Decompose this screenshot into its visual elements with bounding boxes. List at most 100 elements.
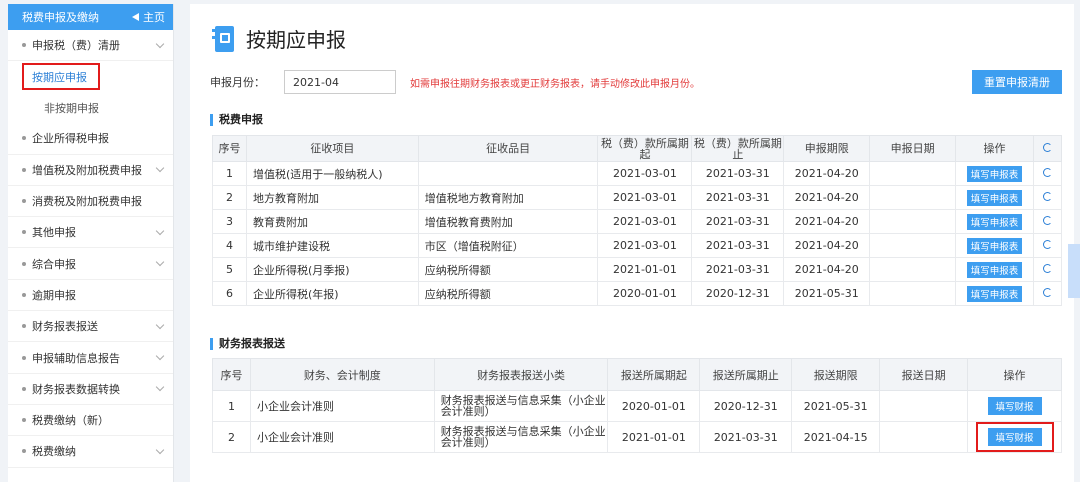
sidebar-subitem-label: 按期应申报: [22, 63, 100, 91]
deadline: 2021-04-20: [783, 161, 871, 186]
refresh-row-button[interactable]: [1032, 281, 1063, 306]
fill-financial-report-button[interactable]: 填写财报: [987, 428, 1042, 446]
bullet-icon: [22, 418, 26, 423]
month-row: 申报月份： 如需申报往期财务报表或更正财务报表，请手动修改此申报月份。: [210, 70, 700, 94]
row-number: 3: [212, 209, 247, 234]
submit-date: [879, 421, 969, 453]
app-root: 税费申报及缴纳 主页 申报税（费）清册 按期应申报 非按期申报 企业所得税申报 …: [0, 0, 1080, 482]
row-number: 5: [212, 257, 247, 282]
row-number: 2: [212, 421, 251, 453]
sidebar-item-label: 财务报表报送: [32, 320, 98, 334]
accounting-system: 小企业会计准则: [249, 421, 435, 453]
period-start: 2021-03-01: [597, 233, 693, 258]
deadline: 2021-05-31: [791, 390, 881, 422]
deadline: 2021-04-20: [783, 233, 871, 258]
period-end: 2021-03-31: [691, 209, 785, 234]
period-end: 2021-03-31: [691, 257, 785, 282]
levy-item: 城市维护建设税: [245, 233, 419, 258]
sidebar-item-label: 综合申报: [32, 257, 76, 271]
side-float-tab[interactable]: [1068, 244, 1080, 298]
refresh-icon: [1042, 192, 1052, 201]
table-row: 1 增值税(适用于一般纳税人) 2021-03-01 2021-03-31 20…: [212, 161, 1063, 186]
levy-item: 教育费附加: [245, 209, 419, 234]
column-header: 操作: [955, 135, 1034, 162]
sidebar-item-data-convert[interactable]: 财务报表数据转换: [8, 374, 173, 405]
deadline: 2021-04-20: [783, 257, 871, 282]
refresh-icon: [1042, 264, 1052, 273]
refresh-icon: [1042, 240, 1052, 249]
levy-item: 企业所得税(年报): [245, 281, 419, 306]
fill-declaration-button[interactable]: 填写申报表: [966, 261, 1023, 278]
refresh-row-button[interactable]: [1032, 233, 1063, 258]
row-number: 6: [212, 281, 247, 306]
chevron-down-icon: [155, 163, 165, 173]
refresh-row-button[interactable]: [1032, 161, 1063, 186]
period-start: 2020-01-01: [607, 390, 701, 422]
financial-report-table: 序号 财务、会计制度 财务报表报送小类 报送所属期起 报送所属期止 报送期限 报…: [212, 358, 1062, 453]
sidebar-item-label: 企业所得税申报: [32, 132, 109, 146]
bullet-icon: [22, 324, 26, 329]
sidebar-subitem-non-periodic[interactable]: 非按期申报: [8, 92, 173, 123]
refresh-icon: [1042, 168, 1052, 177]
accounting-system: 小企业会计准则: [249, 390, 435, 422]
fill-declaration-button[interactable]: 填写申报表: [966, 237, 1023, 254]
sidebar-item-aux-info[interactable]: 申报辅助信息报告: [8, 342, 173, 374]
bullet-icon: [22, 199, 26, 204]
refresh-row-button[interactable]: [1032, 185, 1063, 210]
levy-subitem: 应纳税所得额: [417, 257, 599, 282]
declare-date: [869, 209, 957, 234]
sidebar-item-other[interactable]: 其他申报: [8, 217, 173, 249]
period-end: 2021-03-31: [691, 185, 785, 210]
sidebar-item-label: 申报辅助信息报告: [32, 351, 120, 365]
reset-declaration-button[interactable]: 重置申报清册: [972, 70, 1062, 94]
sidebar-item-financial-report[interactable]: 财务报表报送: [8, 311, 173, 343]
sidebar-item-consumption[interactable]: 消费税及附加税费申报: [8, 186, 173, 218]
row-number: 1: [212, 161, 247, 186]
chevron-down-icon: [155, 351, 165, 361]
declare-date: [869, 281, 957, 306]
fill-declaration-button[interactable]: 填写申报表: [966, 213, 1023, 230]
column-header: 操作: [967, 358, 1062, 391]
highlight-box: 填写财报: [975, 422, 1054, 452]
sidebar-item-label: 申报税（费）清册: [32, 39, 120, 53]
month-input[interactable]: [284, 70, 396, 94]
chevron-down-icon: [155, 226, 165, 236]
fill-financial-report-button[interactable]: 填写财报: [987, 397, 1042, 415]
column-header: 财务报表报送小类: [433, 358, 609, 391]
sidebar: 税费申报及缴纳 主页 申报税（费）清册 按期应申报 非按期申报 企业所得税申报 …: [8, 4, 174, 482]
bullet-icon: [22, 230, 26, 235]
table-row: 1 小企业会计准则 财务报表报送与信息采集（小企业会计准则） 2020-01-0…: [212, 390, 1062, 422]
sidebar-item-payment-new[interactable]: 税费缴纳（新）: [8, 405, 173, 437]
levy-item: 地方教育附加: [245, 185, 419, 210]
fill-declaration-button[interactable]: 填写申报表: [966, 165, 1023, 182]
table-row: 5 企业所得税(月季报) 应纳税所得额 2021-01-01 2021-03-3…: [212, 257, 1063, 282]
refresh-row-button[interactable]: [1032, 209, 1063, 234]
sidebar-item-comprehensive[interactable]: 综合申报: [8, 248, 173, 280]
sidebar-item-vat[interactable]: 增值税及附加税费申报: [8, 155, 173, 186]
fill-declaration-button[interactable]: 填写申报表: [966, 285, 1023, 302]
submit-date: [879, 390, 969, 422]
row-number: 4: [212, 233, 247, 258]
sidebar-item-label: 消费税及附加税费申报: [32, 195, 142, 209]
sidebar-item-corp-income[interactable]: 企业所得税申报: [8, 123, 173, 155]
levy-subitem: 市区（增值税附征）: [417, 233, 599, 258]
sidebar-item-overdue[interactable]: 逾期申报: [8, 280, 173, 312]
period-start: 2021-01-01: [597, 257, 693, 282]
declare-date: [869, 233, 957, 258]
fill-declaration-button[interactable]: 填写申报表: [966, 189, 1023, 206]
refresh-all-button[interactable]: [1032, 135, 1063, 162]
table-row: 2 小企业会计准则 财务报表报送与信息采集（小企业会计准则） 2021-01-0…: [212, 421, 1062, 453]
column-header: 征收品目: [417, 135, 599, 162]
declare-date: [869, 257, 957, 282]
sidebar-item-label: 税费缴纳: [32, 445, 76, 459]
refresh-row-button[interactable]: [1032, 257, 1063, 282]
sidebar-item-payment[interactable]: 税费缴纳: [8, 436, 173, 468]
tax-declaration-table: 序号 征收项目 征收品目 税（费）款所属期起 税（费）款所属期止 申报期限 申报…: [212, 135, 1063, 306]
sidebar-subitem-periodic[interactable]: 按期应申报: [8, 61, 173, 92]
report-subtype: 财务报表报送与信息采集（小企业会计准则）: [433, 390, 609, 422]
period-start: 2021-01-01: [607, 421, 701, 453]
bullet-icon: [22, 167, 26, 172]
sidebar-item-tax-list[interactable]: 申报税（费）清册: [8, 30, 173, 62]
home-link[interactable]: 主页: [132, 9, 165, 25]
column-header: 税（费）款所属期止: [691, 135, 785, 162]
